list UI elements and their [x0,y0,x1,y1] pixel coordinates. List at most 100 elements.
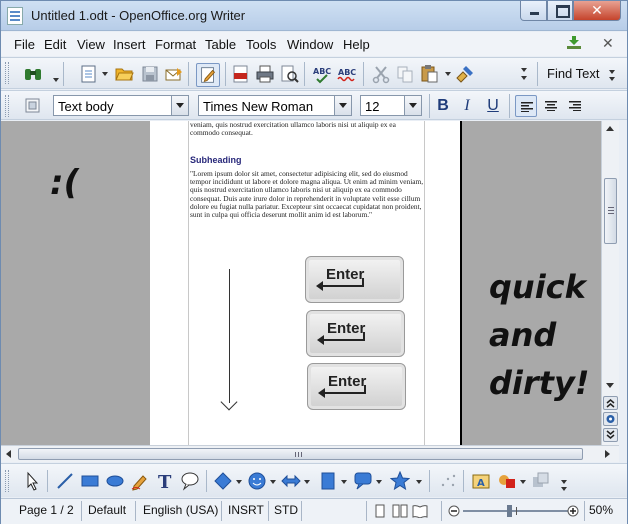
email-icon[interactable] [164,64,184,84]
zoom-slider-track[interactable] [463,510,571,512]
scroll-down-icon[interactable] [606,383,614,388]
spellcheck-icon[interactable]: ABC [312,64,332,84]
paragraph-style-select[interactable]: Text body [53,95,189,116]
open-folder-icon[interactable] [114,63,134,83]
edit-mode-icon[interactable] [196,63,220,87]
chevron-down-icon[interactable] [304,480,310,484]
menu-insert[interactable]: Insert [113,37,146,52]
font-name-select[interactable]: Times New Roman [198,95,352,116]
close-window-button[interactable]: ✕ [573,1,621,21]
new-document-icon[interactable] [79,64,99,84]
styles-formatting-icon[interactable] [23,96,43,116]
zoom-out-icon[interactable] [448,505,460,517]
previous-page-button[interactable] [603,396,618,410]
text-tool-icon[interactable]: T [155,471,175,491]
toolbar-overflow-icon[interactable] [561,480,567,484]
page-preview-icon[interactable] [279,64,299,84]
toolbar-overflow-icon[interactable] [609,70,615,74]
toolbar-grip[interactable] [5,470,9,492]
align-left-button[interactable] [515,95,537,117]
menu-table[interactable]: Table [205,37,236,52]
scroll-left-icon[interactable] [6,450,11,458]
selection-mode-indicator[interactable]: STD [274,503,298,517]
paste-icon[interactable] [419,63,439,83]
zoom-slider-knob[interactable] [507,505,512,517]
toolbar-overflow-icon[interactable] [609,77,615,81]
page-indicator[interactable]: Page 1 / 2 [19,503,74,517]
format-paintbrush-icon[interactable] [455,64,475,84]
scroll-up-icon[interactable] [606,126,614,131]
chevron-down-icon[interactable] [341,480,347,484]
horizontal-scrollbar[interactable] [1,445,619,462]
toolbar-overflow-icon[interactable] [521,68,527,72]
menu-edit[interactable]: Edit [44,37,66,52]
close-document-icon[interactable]: ✕ [602,35,614,52]
ellipse-icon[interactable] [105,471,125,491]
freeform-pencil-icon[interactable] [130,471,150,491]
stars-icon[interactable] [390,471,410,491]
chevron-down-icon[interactable] [416,480,422,484]
menu-window[interactable]: Window [287,37,333,52]
callouts-icon[interactable] [353,471,373,491]
print-icon[interactable] [255,64,275,84]
chevron-down-icon[interactable] [404,96,421,115]
toolbar-grip[interactable] [5,95,9,117]
vertical-scrollbar[interactable] [601,121,619,445]
subheading[interactable]: Subheading [190,155,242,165]
find-text-button[interactable]: Find Text [547,66,600,81]
navigator-button[interactable] [603,412,618,426]
menu-format[interactable]: Format [155,37,196,52]
toolbar-grip[interactable] [5,62,9,84]
language-indicator[interactable]: English (USA) [143,503,218,517]
select-arrow-icon[interactable] [23,471,43,491]
book-view-icon[interactable] [412,504,428,518]
scroll-right-icon[interactable] [605,450,610,458]
minimize-button[interactable] [520,1,547,21]
align-center-button[interactable] [540,95,562,117]
chevron-down-icon[interactable] [376,480,382,484]
update-download-icon[interactable] [566,36,582,50]
chevron-down-icon[interactable] [102,72,108,76]
zoom-in-icon[interactable] [567,505,579,517]
paragraph-top[interactable]: veniam, quis nostrud exercitation ullamc… [190,121,426,137]
horizontal-scroll-thumb[interactable] [18,448,583,460]
menu-tools[interactable]: Tools [246,37,276,52]
toolbar-overflow-icon[interactable] [561,487,567,491]
extrusion-icon[interactable] [531,471,551,491]
multi-page-view-icon[interactable] [392,504,408,518]
fontwork-gallery-icon[interactable]: A [471,471,491,491]
bold-button[interactable]: B [432,95,454,117]
chevron-down-icon[interactable] [445,72,451,76]
lorem-paragraph[interactable]: "Lorem ipsum dolor sit amet, consectetur… [190,169,426,219]
chevron-down-icon[interactable] [236,480,242,484]
chevron-down-icon[interactable] [334,96,351,115]
symbol-shapes-smiley-icon[interactable] [247,471,267,491]
points-icon[interactable] [439,471,459,491]
menu-file[interactable]: File [14,37,35,52]
rectangle-icon[interactable] [80,471,100,491]
block-arrows-icon[interactable] [281,471,301,491]
export-pdf-icon[interactable] [231,64,251,84]
chevron-down-icon[interactable] [520,480,526,484]
toolbar-overflow-icon[interactable] [521,76,527,80]
menu-view[interactable]: View [77,37,105,52]
menu-help[interactable]: Help [343,37,370,52]
underline-button[interactable]: U [482,95,504,117]
document-page[interactable]: veniam, quis nostrud exercitation ullamc… [150,121,462,445]
autospellcheck-icon[interactable]: ABC [337,64,357,84]
chevron-down-icon[interactable] [53,78,59,82]
title-bar[interactable]: Untitled 1.odt - OpenOffice.org Writer ✕ [1,1,627,31]
line-icon[interactable] [55,471,75,491]
next-page-button[interactable] [603,428,618,442]
insert-mode-indicator[interactable]: INSRT [228,503,264,517]
chevron-down-icon[interactable] [171,96,188,115]
vertical-scroll-thumb[interactable] [604,178,617,244]
copy-icon[interactable] [395,64,415,84]
flowchart-icon[interactable] [318,471,338,491]
document-area[interactable]: :( veniam, quis nostrud exercitation ull… [1,121,601,445]
font-size-select[interactable]: 12 [360,95,422,116]
align-right-button[interactable] [564,95,586,117]
basic-shapes-icon[interactable] [213,471,233,491]
single-page-view-icon[interactable] [373,504,387,518]
chevron-down-icon[interactable] [270,480,276,484]
